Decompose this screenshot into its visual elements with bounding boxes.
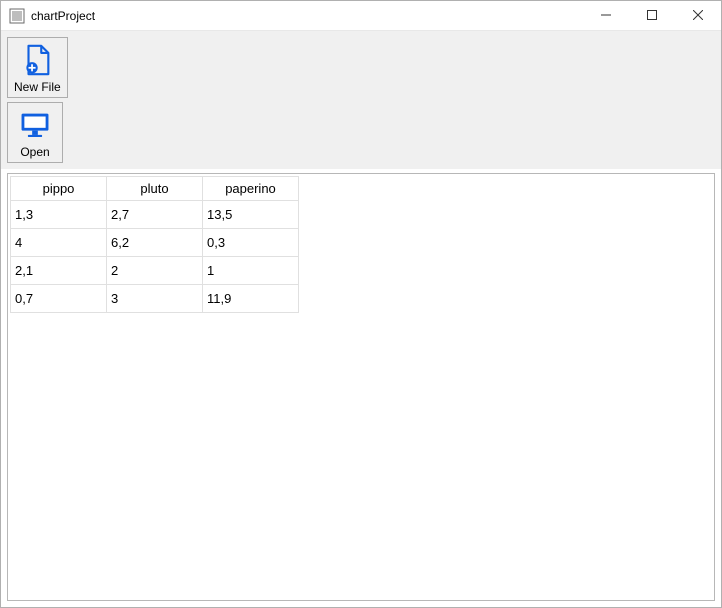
table-row: 2,1 2 1 — [11, 257, 299, 285]
app-icon — [9, 8, 25, 24]
open-label: Open — [20, 145, 49, 159]
titlebar: chartProject — [1, 1, 721, 31]
table-row: 4 6,2 0,3 — [11, 229, 299, 257]
table-cell[interactable]: 3 — [107, 285, 203, 313]
data-table: pippo pluto paperino 1,3 2,7 13,5 4 6,2 … — [10, 176, 299, 313]
minimize-button[interactable] — [583, 1, 629, 30]
column-header[interactable]: pippo — [11, 177, 107, 201]
app-window: chartProject — [0, 0, 722, 608]
table-cell[interactable]: 0,3 — [203, 229, 299, 257]
new-file-label: New File — [14, 80, 61, 94]
table-cell[interactable]: 6,2 — [107, 229, 203, 257]
table-row: 0,7 3 11,9 — [11, 285, 299, 313]
table-header-row: pippo pluto paperino — [11, 177, 299, 201]
window-controls — [583, 1, 721, 30]
table-cell[interactable]: 13,5 — [203, 201, 299, 229]
content-frame: pippo pluto paperino 1,3 2,7 13,5 4 6,2 … — [7, 173, 715, 601]
table-cell[interactable]: 2,1 — [11, 257, 107, 285]
monitor-icon — [17, 107, 53, 143]
table-cell[interactable]: 11,9 — [203, 285, 299, 313]
new-file-button[interactable]: New File — [7, 37, 68, 98]
close-button[interactable] — [675, 1, 721, 30]
maximize-icon — [647, 8, 657, 23]
table-cell[interactable]: 0,7 — [11, 285, 107, 313]
table-cell[interactable]: 4 — [11, 229, 107, 257]
new-file-icon — [19, 42, 55, 78]
minimize-icon — [601, 8, 611, 23]
column-header[interactable]: pluto — [107, 177, 203, 201]
column-header[interactable]: paperino — [203, 177, 299, 201]
table-cell[interactable]: 2,7 — [107, 201, 203, 229]
table-row: 1,3 2,7 13,5 — [11, 201, 299, 229]
table-cell[interactable]: 1 — [203, 257, 299, 285]
maximize-button[interactable] — [629, 1, 675, 30]
window-title: chartProject — [31, 9, 583, 23]
table-cell[interactable]: 1,3 — [11, 201, 107, 229]
table-cell[interactable]: 2 — [107, 257, 203, 285]
toolbar: New File Open — [1, 31, 721, 169]
open-button[interactable]: Open — [7, 102, 63, 163]
close-icon — [693, 8, 703, 23]
